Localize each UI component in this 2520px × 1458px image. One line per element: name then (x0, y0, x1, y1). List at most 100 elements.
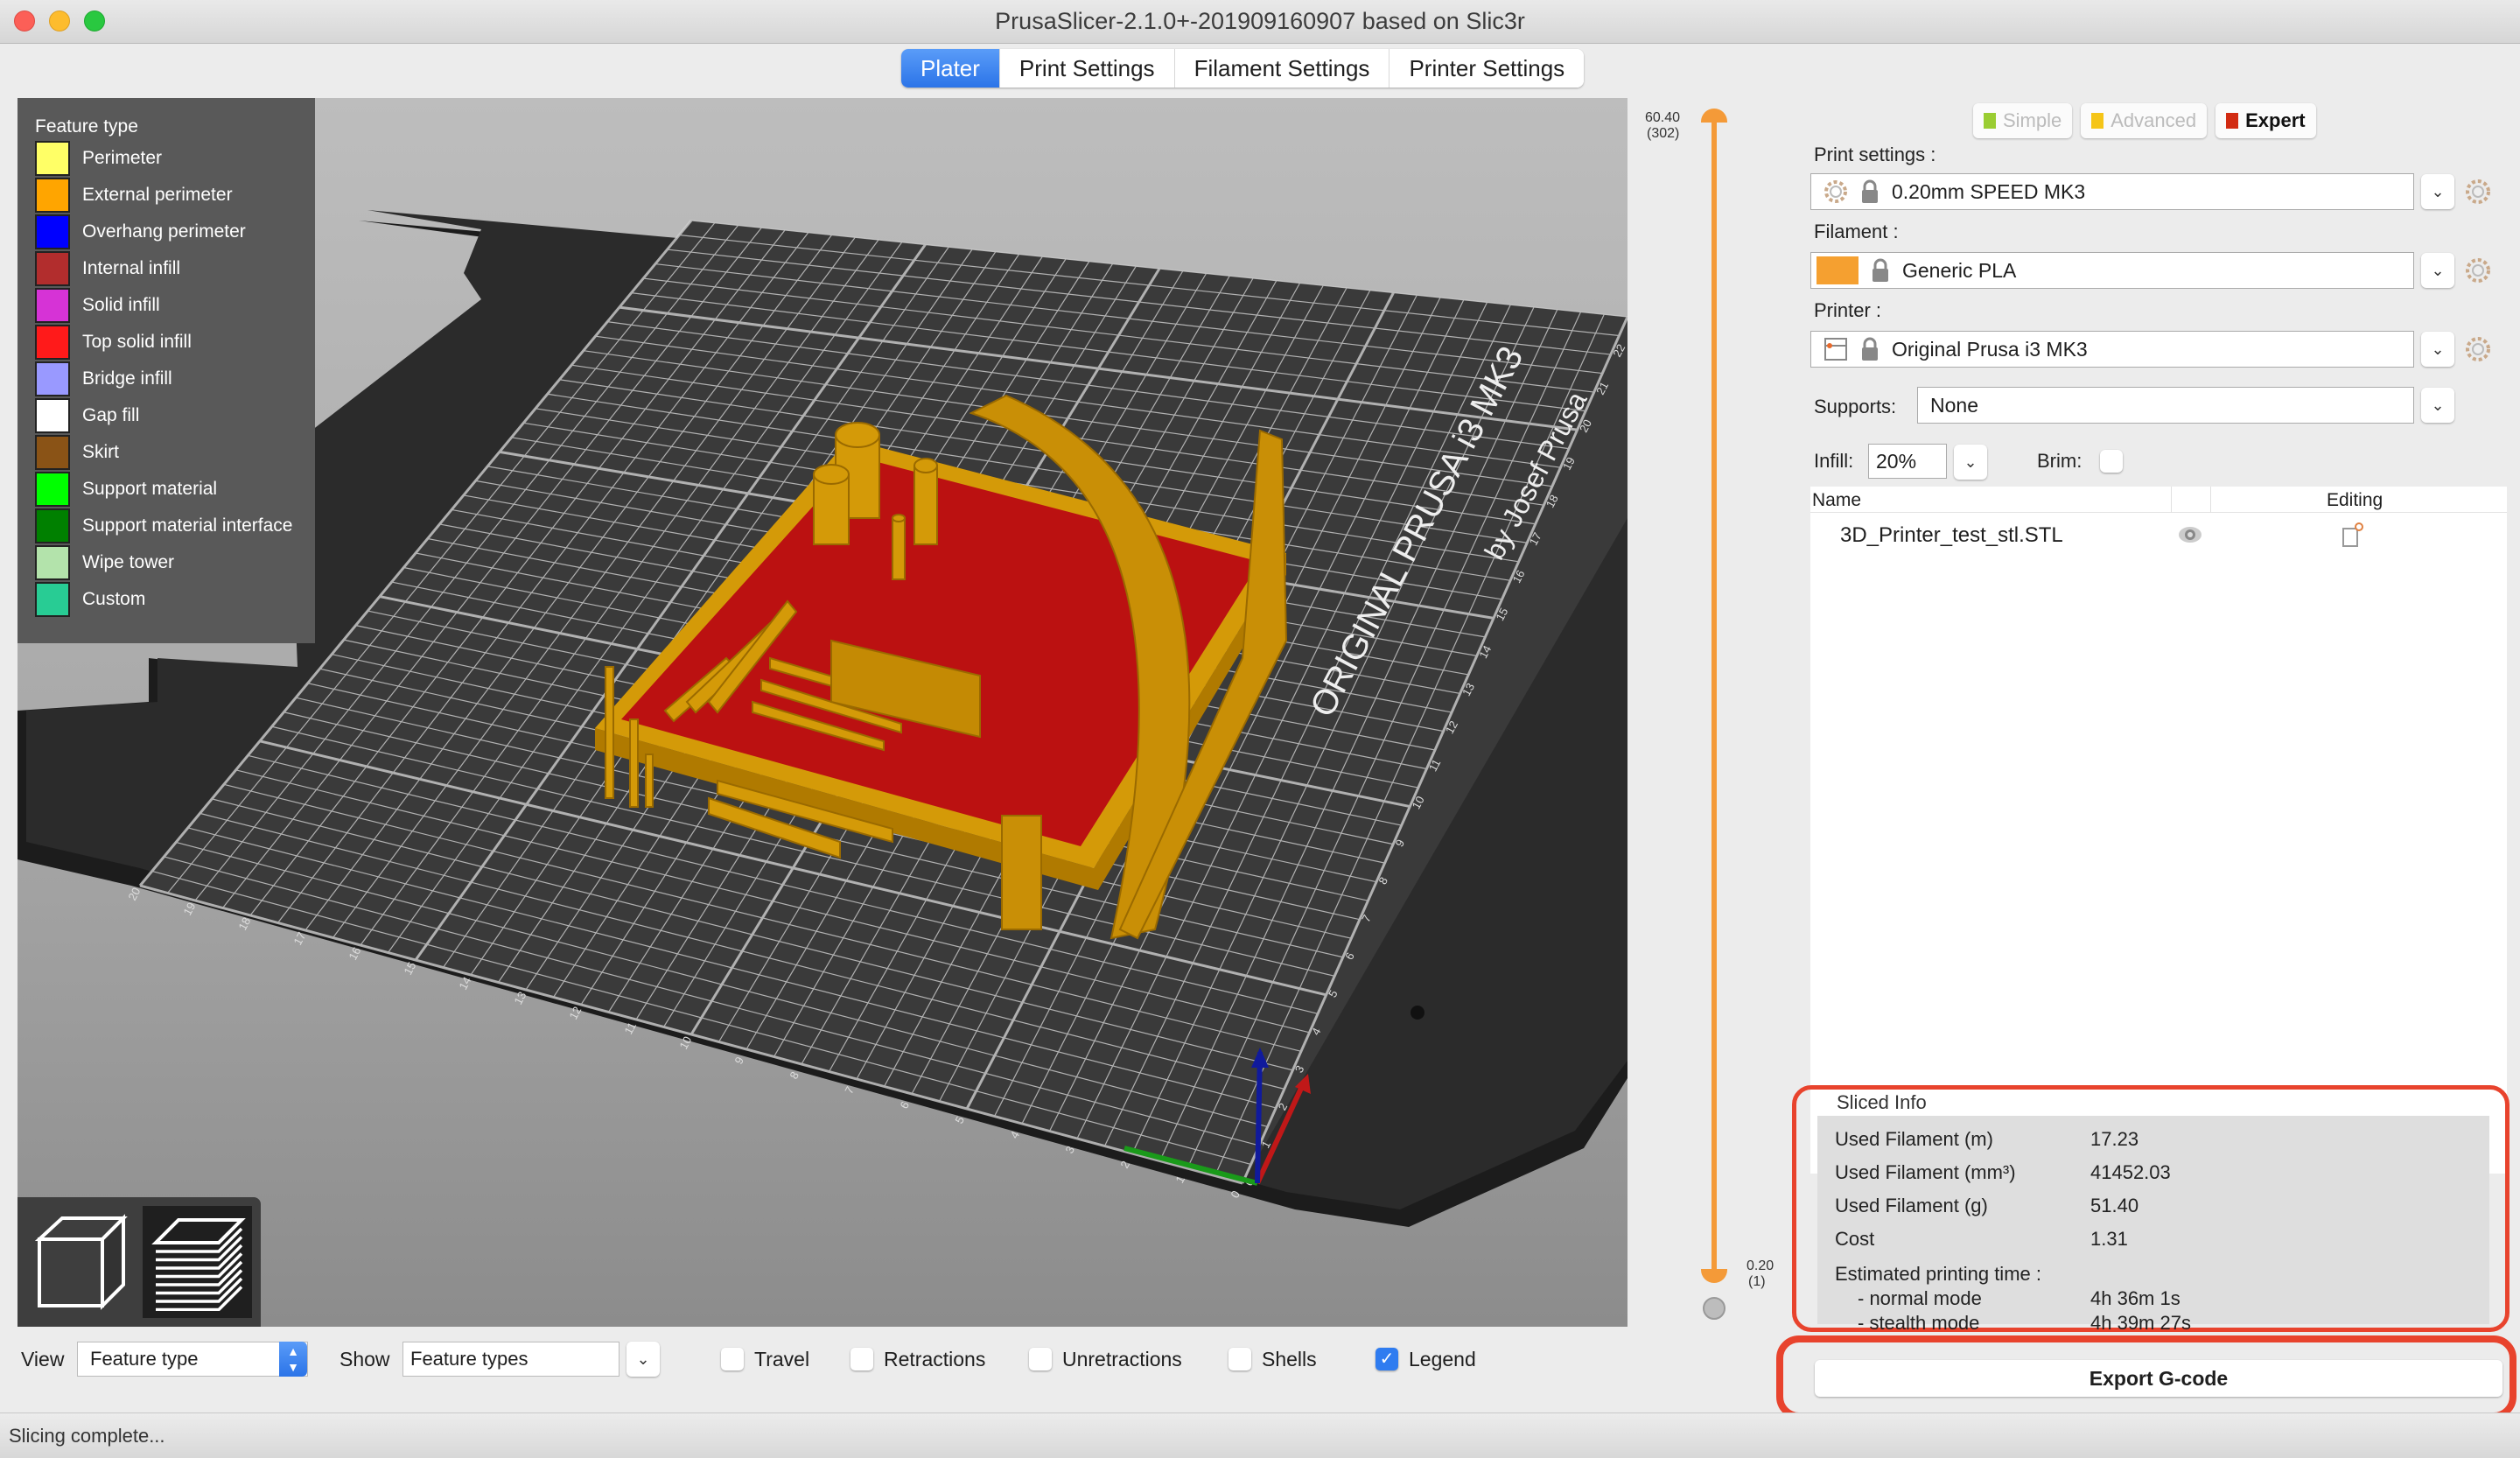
mode-expert-button[interactable]: Expert (2216, 103, 2316, 138)
printer-icon (1824, 338, 1847, 361)
tab-filament-settings[interactable]: Filament Settings (1174, 49, 1390, 88)
supports-value: None (1930, 393, 1978, 417)
feature-type-legend: Feature type Perimeter External perimeter… (18, 98, 315, 643)
3d-preview-canvas[interactable]: 0123456789101112131415161718192001234567… (18, 98, 1628, 1327)
3d-view-button[interactable] (26, 1206, 136, 1318)
simple-mode-icon (1984, 113, 1996, 129)
show-dropdown[interactable]: ⌄ (626, 1342, 660, 1377)
filament-label: Filament : (1814, 221, 1899, 242)
object-row[interactable]: 3D_Printer_test_stl.STL (1810, 513, 2507, 557)
legend-label: Legend (1409, 1347, 1476, 1370)
legend-label: External perimeter (82, 185, 233, 205)
lower-thumb[interactable] (1701, 1269, 1727, 1283)
slider-track[interactable] (1712, 116, 1717, 1279)
printer-combo[interactable]: Original Prusa i3 MK3 (1810, 331, 2414, 368)
mode-advanced-button[interactable]: Advanced (2081, 103, 2208, 138)
view-label: View (21, 1347, 65, 1370)
stepper-arrows-icon: ▲ ▼ (279, 1342, 307, 1377)
bottom-layer-number: (1) (1748, 1274, 1766, 1289)
bed-mount-hole (1410, 1006, 1424, 1020)
legend-label: Internal infill (82, 258, 181, 278)
print-settings-gear-icon[interactable] (2465, 179, 2491, 205)
legend-item: Support material interface (35, 508, 298, 544)
top-layer-height: 60.40 (1645, 110, 1681, 125)
filament-dropdown[interactable]: ⌄ (2421, 253, 2454, 288)
unlock-icon[interactable] (1703, 1297, 1726, 1320)
legend-label: Support material (82, 479, 218, 499)
travel-label: Travel (754, 1347, 810, 1370)
printer-dropdown[interactable]: ⌄ (2421, 332, 2454, 367)
normal-mode-label: - normal mode (1858, 1287, 1982, 1309)
brim-checkbox[interactable] (2100, 450, 2123, 473)
main-tabs: Plater Print Settings Filament Settings … (901, 49, 1585, 88)
printer-value: Original Prusa i3 MK3 (1892, 337, 2088, 361)
legend-swatch (35, 472, 70, 507)
retractions-checkbox[interactable] (850, 1348, 873, 1370)
export-gcode-button[interactable]: Export G-code (1815, 1360, 2502, 1397)
legend-item: Perimeter (35, 140, 298, 177)
unretractions-checkbox[interactable] (1029, 1348, 1052, 1370)
legend-option[interactable]: ✓ Legend (1376, 1341, 1476, 1377)
column-divider (2171, 487, 2172, 513)
printer-gear-icon[interactable] (2465, 336, 2491, 362)
cube-icon (34, 1214, 128, 1310)
mode-expert-label: Expert (2245, 109, 2306, 131)
column-editing[interactable]: Editing (2327, 490, 2383, 511)
filament-combo[interactable]: Generic PLA (1810, 252, 2414, 289)
supports-dropdown[interactable]: ⌄ (2421, 388, 2454, 423)
legend-swatch (35, 214, 70, 249)
travel-checkbox[interactable] (721, 1348, 744, 1370)
supports-combo[interactable]: None (1917, 387, 2414, 424)
mode-simple-label: Simple (2003, 109, 2062, 131)
legend-item: Gap fill (35, 397, 298, 434)
upper-thumb[interactable] (1701, 109, 1727, 123)
print-settings-combo[interactable]: 0.20mm SPEED MK3 (1810, 173, 2414, 210)
view-type-value: Feature type (90, 1348, 199, 1370)
column-name[interactable]: Name (1812, 490, 1861, 511)
info-value: 51.40 (2090, 1195, 2139, 1216)
legend-swatch (35, 545, 70, 580)
filament-value: Generic PLA (1902, 258, 2017, 282)
legend-label: Wipe tower (82, 552, 175, 572)
mode-simple-button[interactable]: Simple (1973, 103, 2073, 138)
info-label: Used Filament (g) (1835, 1195, 1988, 1216)
lock-icon (1860, 179, 1880, 204)
legend-swatch (35, 141, 70, 176)
normal-mode-value: 4h 36m 1s (2090, 1287, 2180, 1309)
shells-option[interactable]: Shells (1228, 1341, 1317, 1377)
infill-input[interactable]: 20% (1868, 444, 1947, 479)
retractions-option[interactable]: Retractions (850, 1341, 985, 1377)
legend-swatch (35, 288, 70, 323)
filament-color-swatch (1816, 256, 1858, 284)
legend-swatch (35, 435, 70, 470)
print-settings-dropdown[interactable]: ⌄ (2421, 174, 2454, 209)
column-divider (2210, 487, 2211, 513)
legend-swatch (35, 361, 70, 396)
preview-toolbar: View Feature type ▲ ▼ Show Feature types … (0, 1330, 1776, 1391)
infill-label: Infill: (1814, 450, 1854, 472)
tab-plater[interactable]: Plater (901, 49, 1000, 88)
tab-printer-settings[interactable]: Printer Settings (1390, 49, 1585, 88)
legend-label: Skirt (82, 442, 119, 462)
legend-item: Top solid infill (35, 324, 298, 361)
layer-slider[interactable]: 60.40 (302) 0.20 (1) (1628, 98, 1802, 1327)
legend-swatch (35, 251, 70, 286)
top-layer-number: (302) (1647, 126, 1680, 141)
legend-swatch (35, 178, 70, 213)
preview-layers-button[interactable] (143, 1206, 252, 1318)
view-type-select[interactable]: Feature type ▲ ▼ (77, 1342, 308, 1377)
shells-checkbox[interactable] (1228, 1348, 1251, 1370)
legend-checkbox[interactable]: ✓ (1376, 1348, 1398, 1370)
edit-settings-icon[interactable] (2340, 522, 2366, 548)
retractions-label: Retractions (884, 1347, 986, 1370)
layers-icon (150, 1218, 246, 1311)
legend-item: Internal infill (35, 250, 298, 287)
show-select[interactable]: Feature types (402, 1342, 620, 1377)
unretractions-option[interactable]: Unretractions (1029, 1341, 1182, 1377)
travel-option[interactable]: Travel (721, 1341, 809, 1377)
infill-dropdown[interactable]: ⌄ (1954, 445, 1987, 480)
window-title: PrusaSlicer-2.1.0+-201909160907 based on… (995, 8, 1525, 34)
filament-gear-icon[interactable] (2465, 257, 2491, 284)
eye-icon[interactable] (2178, 525, 2202, 544)
tab-print-settings[interactable]: Print Settings (999, 49, 1175, 88)
